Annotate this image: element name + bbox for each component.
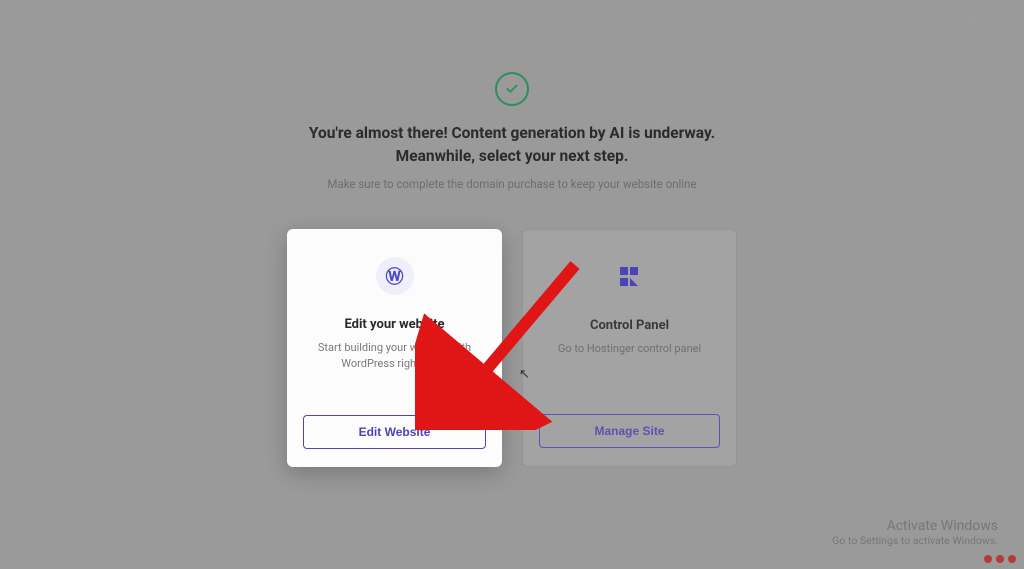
- watermark-line1: Activate Windows: [832, 518, 998, 534]
- edit-website-card[interactable]: Ⓦ Edit your website Start building your …: [287, 229, 502, 467]
- option-cards-row: Ⓦ Edit your website Start building your …: [287, 229, 737, 467]
- success-check-icon: [495, 72, 529, 106]
- page-headline: You're almost there! Content generation …: [292, 122, 732, 169]
- edit-card-title: Edit your website: [344, 317, 444, 332]
- wordpress-icon: Ⓦ: [376, 257, 414, 295]
- manage-site-button[interactable]: Manage Site: [539, 414, 720, 448]
- control-panel-card[interactable]: Control Panel Go to Hostinger control pa…: [522, 229, 737, 467]
- edit-card-description: Start building your website with WordPre…: [303, 340, 486, 415]
- panel-card-title: Control Panel: [590, 318, 669, 333]
- page-subtext: Make sure to complete the domain purchas…: [327, 177, 696, 191]
- panel-card-description: Go to Hostinger control panel: [558, 341, 701, 414]
- watermark-line2: Go to Settings to activate Windows.: [832, 534, 998, 547]
- recorder-dots-icon: [984, 555, 1016, 563]
- onboarding-step-container: You're almost there! Content generation …: [0, 0, 1024, 569]
- control-panel-icon: [611, 258, 649, 296]
- windows-activation-watermark: Activate Windows Go to Settings to activ…: [832, 518, 998, 547]
- edit-website-button[interactable]: Edit Website: [303, 415, 486, 449]
